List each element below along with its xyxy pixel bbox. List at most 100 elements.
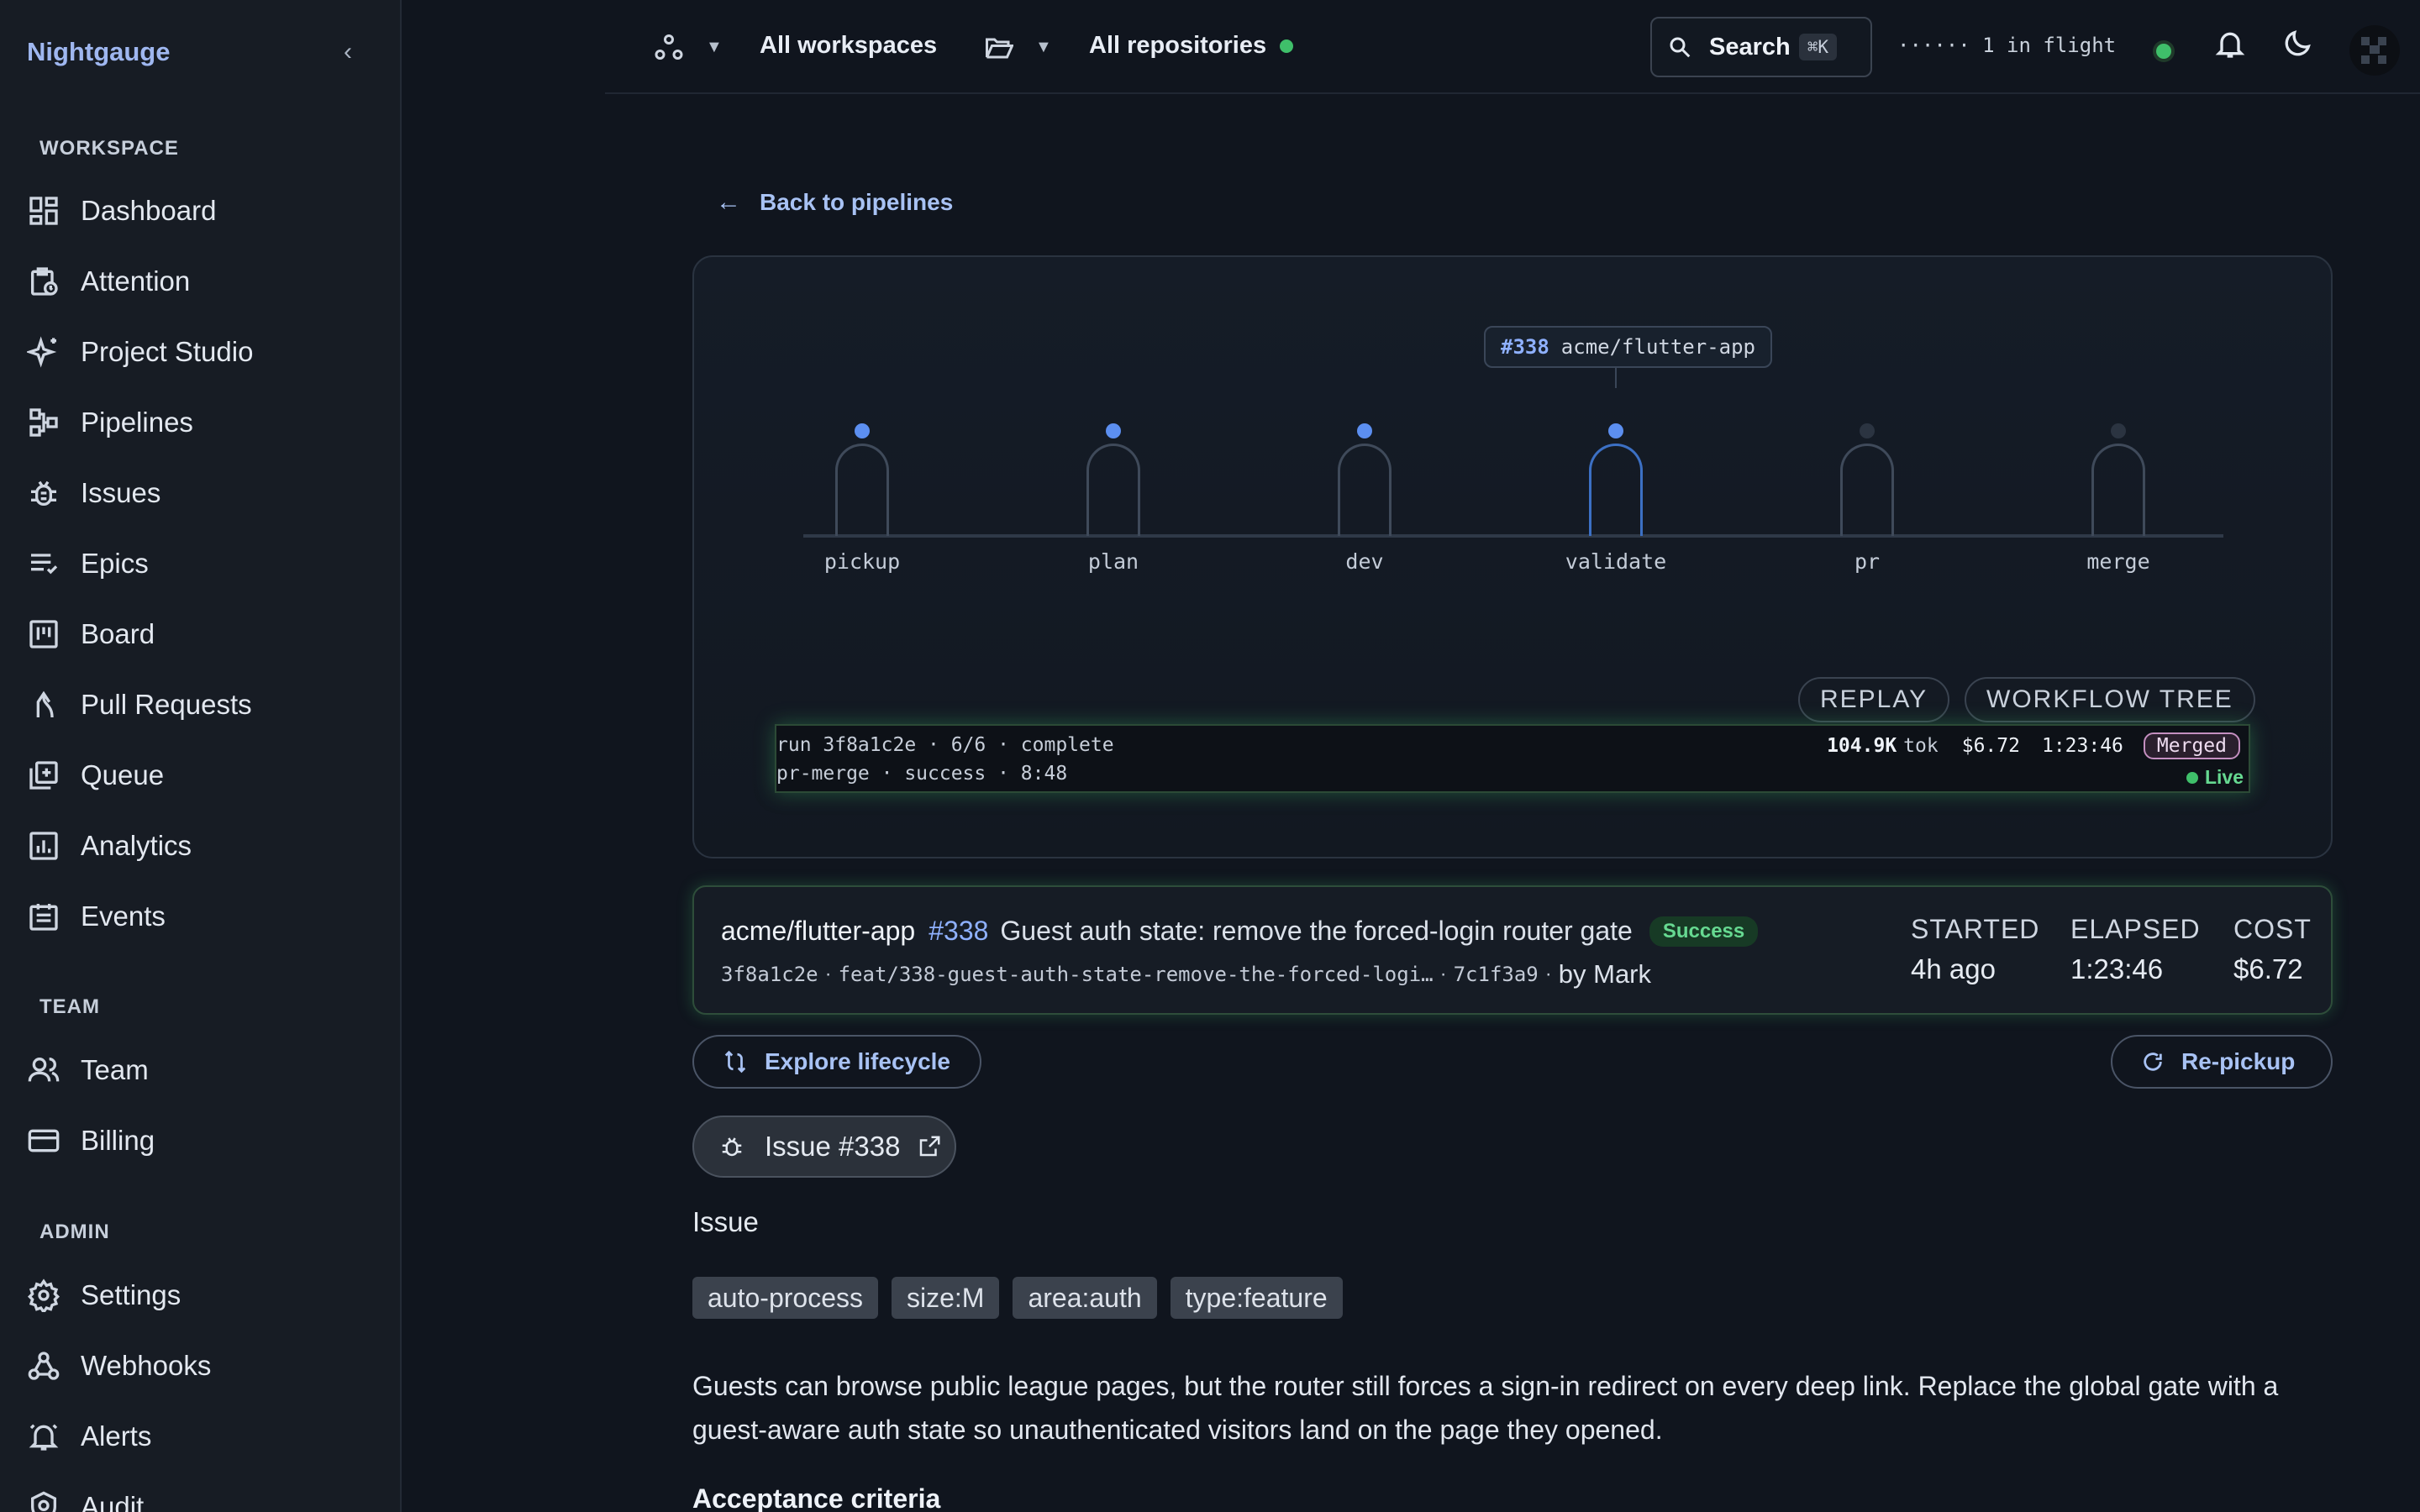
sidebar-item-label: Audit <box>81 1491 145 1512</box>
re-pickup-button[interactable]: Re-pickup <box>2111 1035 2333 1089</box>
sidebar-item-audit[interactable]: Audit <box>27 1483 380 1512</box>
sidebar-item-webhooks[interactable]: Webhooks <box>27 1342 380 1389</box>
live-label: Live <box>2204 766 2244 788</box>
bell-alert-icon <box>29 1424 59 1451</box>
stage-label: validate <box>1565 549 1667 574</box>
replay-button[interactable]: REPLAY <box>1798 677 1950 722</box>
search-label: Search <box>1709 33 1791 60</box>
tag-label[interactable]: type:feature <box>1170 1277 1343 1319</box>
stage-dot <box>1106 423 1121 438</box>
sidebar-item-settings[interactable]: Settings <box>27 1272 380 1319</box>
token-count: 104.9K <box>1827 735 1897 757</box>
section-heading-team: TEAM <box>39 995 100 1018</box>
tag-label[interactable]: area:auth <box>1013 1277 1157 1319</box>
users-icon <box>28 1058 60 1082</box>
stage-arch <box>835 444 889 536</box>
stage-arch <box>1589 444 1643 536</box>
brand-logo[interactable]: Nightgauge <box>27 37 171 67</box>
run-number: #338 <box>1501 335 1549 359</box>
pipeline-track <box>803 534 2223 538</box>
sidebar-item-label: Pipelines <box>81 407 193 438</box>
acceptance-criteria-heading: Acceptance criteria <box>692 1483 941 1512</box>
stage-dot <box>2111 423 2126 438</box>
search-button[interactable]: Search ⌘K <box>1650 17 1872 77</box>
collapse-sidebar-icon[interactable]: ‹ <box>334 39 361 66</box>
chevron-down-icon: ▼ <box>1035 37 1052 56</box>
sidebar-item-pipelines[interactable]: Pipelines <box>27 399 380 446</box>
stage-dot <box>1608 423 1623 438</box>
refresh-icon <box>2144 1053 2162 1071</box>
sidebar-item-alerts[interactable]: Alerts <box>27 1413 380 1460</box>
sidebar-item-label: Project Studio <box>81 336 254 367</box>
run-summary-meta: 3f8a1c2e · feat/338-guest-auth-state-rem… <box>721 959 1652 989</box>
tag-label[interactable]: size:M <box>891 1277 1000 1319</box>
explore-label: Explore lifecycle <box>765 1048 951 1074</box>
workspace-switcher[interactable]: ▼ <box>654 32 723 62</box>
avatar[interactable] <box>2349 25 2400 76</box>
run-summary-card: acme/flutter-app #338 Guest auth state: … <box>692 885 2333 1015</box>
sidebar-item-label: Board <box>81 618 155 649</box>
stage-label: plan <box>1087 549 1139 574</box>
sidebar-item-dashboard[interactable]: Dashboard <box>27 187 380 234</box>
issue-description: Guests can browse public league pages, b… <box>692 1371 2279 1445</box>
sidebar-item-board[interactable]: Board <box>27 611 380 658</box>
commit-sha[interactable]: 3f8a1c2e <box>721 963 818 986</box>
stage-arch <box>2091 444 2145 536</box>
stage-arch <box>1840 444 1894 536</box>
stat-label: COST <box>2233 914 2312 944</box>
issue-tags: auto-process size:M area:auth type:featu… <box>692 1277 1356 1319</box>
bug-icon <box>31 480 56 506</box>
sidebar-item-queue[interactable]: Queue <box>27 752 380 799</box>
notifications-bell-icon[interactable] <box>2213 27 2247 60</box>
tag-label[interactable]: auto-process <box>692 1277 878 1319</box>
branch-name[interactable]: feat/338-guest-auth-state-remove-the-for… <box>839 963 1434 986</box>
issue-link-chip[interactable]: Issue #338 <box>692 1116 956 1178</box>
search-shortcut: ⌘K <box>1798 34 1838 60</box>
sidebar: Nightgauge ‹ WORKSPACE Dashboard Attenti… <box>0 0 402 1512</box>
sidebar-item-epics[interactable]: Epics <box>27 540 380 587</box>
repository-select[interactable]: All repositories <box>1089 32 1294 60</box>
sidebar-item-label: Pull Requests <box>81 689 252 720</box>
stat-value: 4h ago <box>1911 953 1996 984</box>
workflow-tree-button[interactable]: WORKFLOW TREE <box>1965 677 2255 722</box>
pipeline-visualizer: #338 acme/flutter-app pickup plan dev va… <box>692 255 2333 858</box>
webhook-icon <box>28 1352 60 1380</box>
lifecycle-icon <box>724 1050 746 1074</box>
section-heading-workspace: WORKSPACE <box>39 137 179 160</box>
summary-issue-ref[interactable]: #338 <box>929 916 988 947</box>
sidebar-item-label: Dashboard <box>81 195 217 226</box>
explore-lifecycle-button[interactable]: Explore lifecycle <box>692 1035 981 1089</box>
sidebar-item-label: Epics <box>81 548 149 579</box>
sidebar-item-billing[interactable]: Billing <box>27 1117 380 1164</box>
sidebar-item-label: Events <box>81 900 166 932</box>
sidebar-item-issues[interactable]: Issues <box>27 470 380 517</box>
back-to-pipelines-link[interactable]: ← Back to pipelines <box>716 188 953 217</box>
sidebar-item-team[interactable]: Team <box>27 1047 380 1094</box>
stat-started: STARTED 4h ago <box>1911 914 2039 985</box>
sidebar-item-events[interactable]: Events <box>27 893 380 940</box>
connection-status-dot <box>2156 44 2171 59</box>
arrow-left-icon: ← <box>716 188 741 216</box>
topbar: ▼ All workspaces ▼ All repositories Sear… <box>605 0 2420 94</box>
attention-icon <box>31 267 58 296</box>
run-console: run 3f8a1c2e · 6/6 · complete pr-merge ·… <box>775 724 2250 793</box>
run-repo: acme/flutter-app <box>1560 335 1755 359</box>
workspace-select[interactable]: All workspaces <box>760 32 937 60</box>
head-sha[interactable]: 7c1f3a9 <box>1454 963 1539 986</box>
live-indicator: Live <box>2186 766 2244 789</box>
sidebar-item-pull-requests[interactable]: Pull Requests <box>27 681 380 728</box>
summary-repo[interactable]: acme/flutter-app <box>721 916 915 947</box>
status-badge: Success <box>1649 916 1759 947</box>
inflight-indicator[interactable]: ······ 1 in flight <box>1897 34 2116 57</box>
sidebar-item-attention[interactable]: Attention <box>27 258 380 305</box>
repository-label: All repositories <box>1089 32 1267 59</box>
bug-icon <box>722 1137 742 1157</box>
list-icon <box>31 554 58 575</box>
run-duration: 1:23:46 <box>2041 735 2123 757</box>
repository-switcher[interactable]: ▼ <box>983 32 1052 62</box>
gear-icon <box>27 1278 60 1312</box>
sidebar-item-project-studio[interactable]: Project Studio <box>27 328 380 375</box>
merged-badge: Merged <box>2143 732 2240 759</box>
theme-toggle-moon-icon[interactable] <box>2281 27 2314 60</box>
sidebar-item-analytics[interactable]: Analytics <box>27 822 380 869</box>
